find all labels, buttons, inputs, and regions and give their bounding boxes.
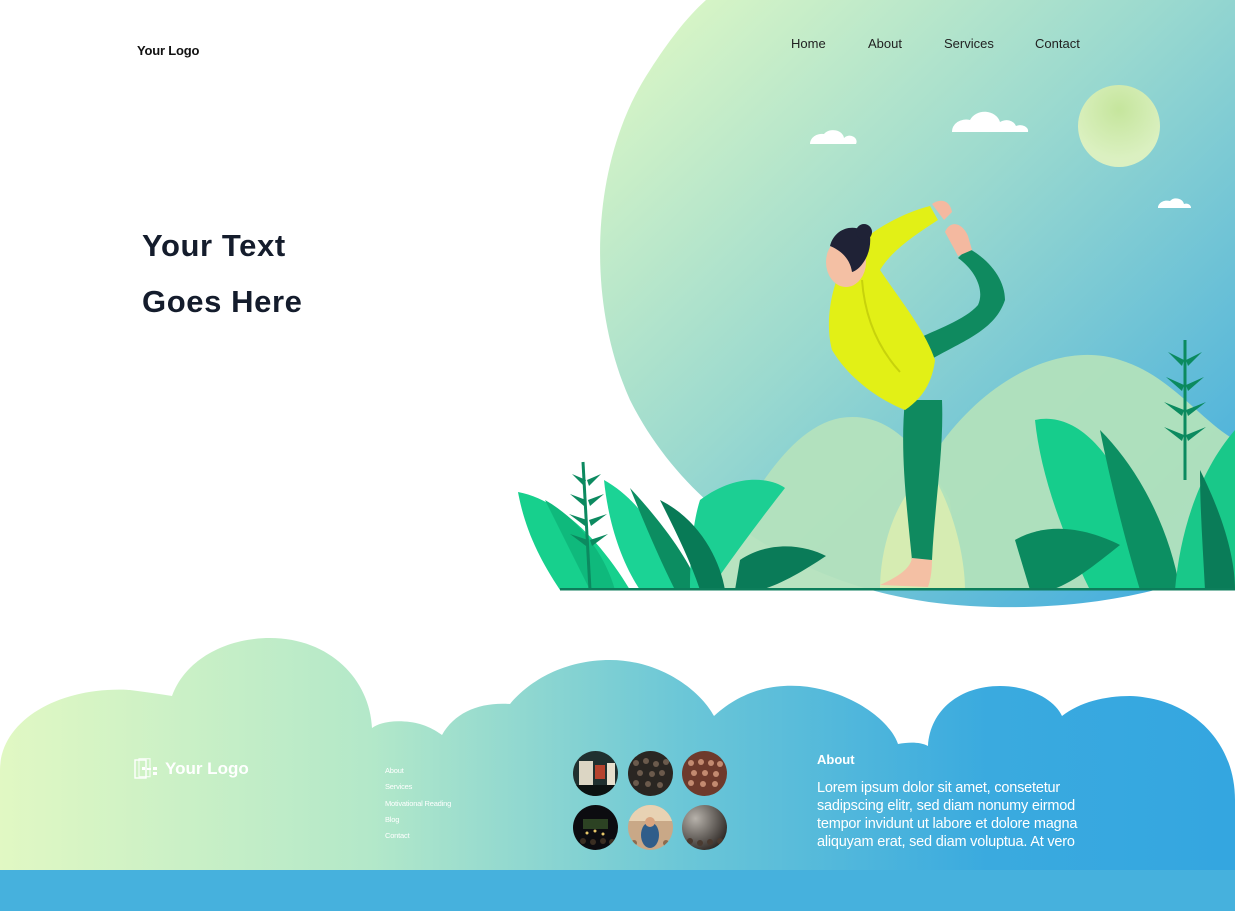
ground-line <box>560 588 1235 591</box>
gallery-thumbnail[interactable] <box>682 751 727 796</box>
nav-services-link[interactable]: Services <box>944 36 994 51</box>
header-logo[interactable]: Your Logo <box>137 43 199 58</box>
footer-links-list: About Services Motivational Reading Blog… <box>385 763 451 844</box>
hero-title-line-1: Your Text <box>142 228 286 263</box>
footer-link-motivational-reading[interactable]: Motivational Reading <box>385 796 451 812</box>
nav-contact-link[interactable]: Contact <box>1035 36 1080 51</box>
footer-bottom-bar <box>0 870 1235 911</box>
footer-link-services[interactable]: Services <box>385 779 451 795</box>
gallery-thumbnail[interactable] <box>628 805 673 850</box>
gallery-thumbnail[interactable] <box>573 805 618 850</box>
footer-logo-text: Your Logo <box>165 759 249 778</box>
footer-link-blog[interactable]: Blog <box>385 812 451 828</box>
logo-mark-icon <box>134 758 157 779</box>
footer-about-title: About <box>817 752 855 767</box>
hero-title-line-2: Goes Here <box>142 284 303 319</box>
gallery-thumbnail[interactable] <box>573 751 618 796</box>
footer-logo[interactable]: Your Logo <box>134 758 249 780</box>
footer-link-contact[interactable]: Contact <box>385 828 451 844</box>
footer-link-about[interactable]: About <box>385 763 451 779</box>
sun-icon <box>1078 85 1160 167</box>
nav-about-link[interactable]: About <box>868 36 902 51</box>
gallery-thumbnail[interactable] <box>682 805 727 850</box>
gallery-thumbnail[interactable] <box>628 751 673 796</box>
nav-home-link[interactable]: Home <box>791 36 826 51</box>
footer-about-text: Lorem ipsum dolor sit amet, consetetur s… <box>817 780 1078 850</box>
